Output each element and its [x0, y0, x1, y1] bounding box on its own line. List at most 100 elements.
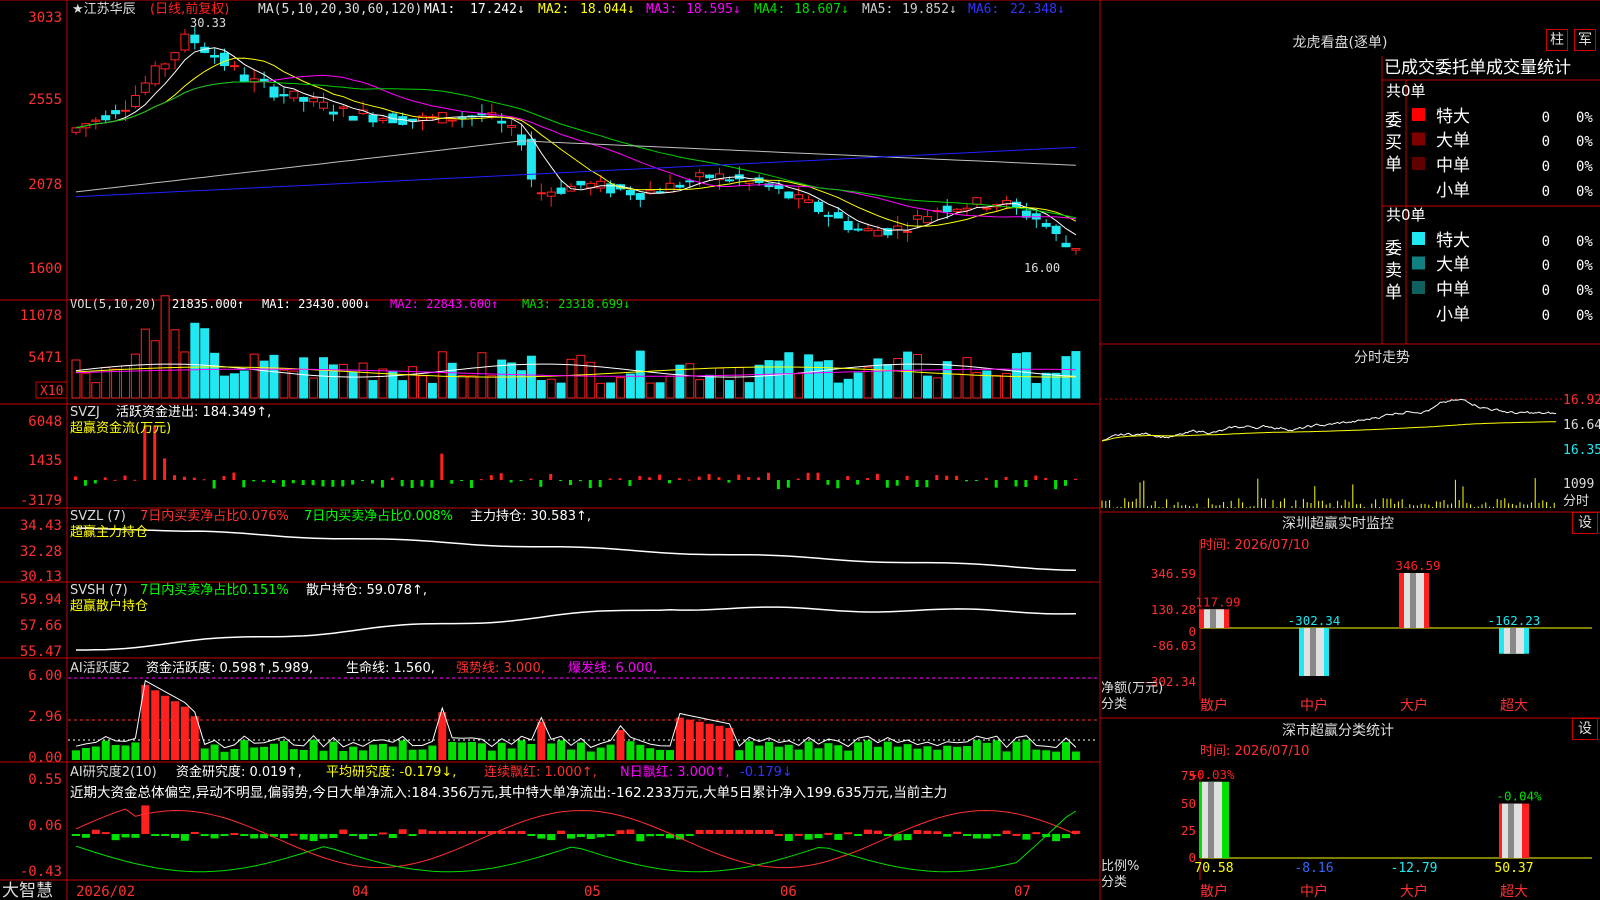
activity-bar: [151, 690, 160, 760]
fund-flow-bar: [588, 480, 592, 489]
candle-body: [1071, 248, 1081, 251]
monitor-y-tick: 0: [1188, 624, 1196, 639]
research-bar: [953, 831, 962, 834]
activity-bar: [715, 725, 724, 760]
research-bar: [636, 834, 645, 842]
activity-bar: [636, 744, 645, 760]
research-bar: [319, 834, 328, 839]
activity-bar: [784, 744, 793, 760]
fund-flow-bar: [470, 480, 473, 488]
activity-bar: [596, 747, 605, 760]
monitor-settings-button[interactable]: 设: [1572, 512, 1598, 534]
candle-body: [863, 228, 873, 232]
fund-flow-bar: [420, 480, 424, 487]
research-bar: [131, 834, 140, 838]
fund-flow-bar: [519, 480, 523, 481]
ai2-t5: -0.179↓: [740, 765, 793, 780]
sell-row-value: 0: [1542, 283, 1550, 299]
intraday-vol-label: 分时: [1563, 494, 1589, 509]
svsh-t1: 7日内买卖净占比0.151%: [140, 582, 289, 598]
research-bar: [745, 829, 754, 834]
ai1-y-tick: 6.00: [28, 668, 62, 684]
candle-body: [972, 197, 982, 205]
ma1-value: 17.242↓: [470, 2, 525, 17]
activity-bar: [547, 743, 556, 760]
svzj-title: 活跃资金进出: 184.349↑,: [116, 404, 271, 420]
research-bar: [1062, 834, 1070, 839]
ai1-y-tick: 0.00: [28, 750, 62, 766]
volume-bar: [744, 382, 754, 399]
sell-total: 共0单: [1386, 206, 1426, 224]
activity-bar: [517, 740, 526, 760]
activity-bar: [448, 741, 457, 760]
fund-flow-bar: [479, 479, 483, 481]
fund-flow-bar: [410, 480, 414, 489]
svzj-y-tick: -3179: [20, 493, 62, 509]
volume-bar: [81, 372, 91, 399]
green-research-line: [75, 810, 1077, 873]
candle-body: [447, 119, 457, 122]
activity-bar: [1002, 751, 1011, 760]
main-y-tick: 2555: [28, 92, 62, 108]
research-bar: [972, 834, 981, 839]
research-bar: [933, 831, 942, 834]
sell-row-pct: 0%: [1576, 258, 1593, 274]
army-view-button[interactable]: 军: [1574, 29, 1596, 51]
ai1-t2: 生命线: 1.560,: [346, 660, 435, 676]
research-bar: [299, 834, 308, 840]
fund-flow-bar: [371, 480, 374, 484]
x-tick: 06: [780, 884, 797, 900]
research-bar: [428, 830, 437, 834]
fund-flow-bar: [866, 478, 869, 480]
candle-body: [526, 138, 536, 180]
research-bar: [378, 832, 387, 835]
volume-bar: [784, 352, 794, 399]
buy-row-value: 0: [1542, 159, 1550, 175]
research-bar: [349, 834, 358, 836]
fund-flow-bar: [747, 477, 751, 480]
activity-bar: [487, 750, 496, 760]
activity-bar: [359, 750, 368, 760]
sell-row-name: 小单: [1436, 305, 1470, 325]
fund-flow-bar: [895, 480, 899, 486]
fund-flow-bar: [301, 480, 305, 486]
activity-bar: [72, 750, 80, 760]
research-bar: [576, 834, 585, 838]
activity-bar: [834, 745, 843, 760]
fund-flow-bar: [796, 478, 800, 480]
candle-body: [774, 184, 784, 190]
research-bar: [517, 830, 526, 834]
candle-body: [309, 97, 319, 103]
x-tick: 04: [352, 884, 369, 900]
activity-bar: [161, 695, 170, 760]
classify-settings-button[interactable]: 设: [1572, 718, 1598, 740]
candle-body: [853, 228, 863, 231]
plots: [68, 27, 1562, 873]
candle-body: [1051, 225, 1061, 234]
volume-bar: [487, 375, 497, 399]
monitor-category: 散户: [1200, 697, 1228, 714]
sell-row-value: 0: [1542, 308, 1550, 324]
activity-bar: [91, 746, 100, 760]
activity-bar: [972, 740, 981, 760]
candle-body: [675, 184, 685, 188]
intraday-y-tick: 16.35: [1563, 443, 1600, 458]
volume-bar: [427, 382, 437, 399]
volume-bar: [853, 372, 863, 399]
intraday-title: 分时走势: [1354, 350, 1410, 366]
candle-body: [695, 172, 705, 178]
activity-bar: [685, 719, 694, 760]
fund-flow-bar: [925, 480, 929, 488]
research-bar: [161, 834, 170, 836]
fund-flow-bar: [1044, 477, 1048, 480]
svzl-t3: 主力持仓: 30.583↑,: [470, 509, 591, 524]
svzl-y-tick: 32.28: [20, 544, 62, 560]
ma5-label: MA5:: [862, 2, 893, 17]
fund-flow-bar: [460, 480, 464, 481]
vol-ma3: MA3: 23318.699↓: [522, 297, 630, 311]
research-bar: [408, 834, 417, 836]
column-view-button[interactable]: 柱: [1546, 29, 1568, 51]
buy-row-value: 0: [1542, 110, 1550, 126]
fund-flow-bar: [578, 480, 582, 482]
activity-bar: [963, 746, 971, 760]
